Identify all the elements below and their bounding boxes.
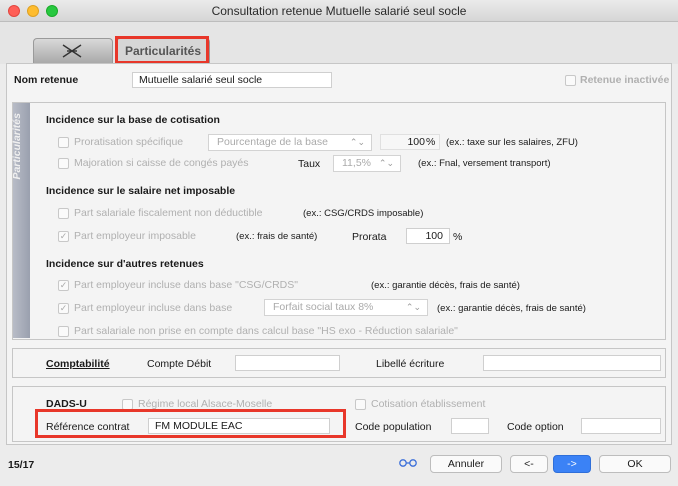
libelle-label: Libellé écriture [376, 358, 445, 370]
retenue-inactivee-checkbox[interactable] [565, 75, 576, 86]
proratisation-unit: % [426, 136, 436, 148]
code-option-field[interactable] [581, 418, 661, 434]
csg-checkbox[interactable]: ✓ [58, 280, 69, 291]
window-title: Consultation retenue Mutuelle salarié se… [211, 4, 467, 18]
stepper-icon: ⌃⌄ [405, 302, 421, 312]
base-cotisation-title: Incidence sur la base de cotisation [46, 114, 220, 126]
annuler-button[interactable]: Annuler [430, 455, 502, 473]
proratisation-select[interactable]: Pourcentage de la base ⌃⌄ [208, 134, 372, 151]
page-counter: 15/17 [8, 459, 35, 471]
cotisation-label: Cotisation établissement [371, 398, 486, 410]
taux-value: 11,5% [342, 157, 371, 169]
glasses-icon[interactable] [398, 456, 418, 470]
libelle-field[interactable] [483, 355, 661, 371]
part-employeur-hint: (ex.: frais de santé) [236, 231, 318, 242]
taux-label: Taux [298, 158, 321, 170]
base-label: Part employeur incluse dans base [74, 302, 233, 314]
prorata-label: Prorata [352, 231, 387, 243]
majoration-label: Majoration si caisse de congés payés [74, 157, 249, 169]
prorata-value: 100 [425, 230, 443, 242]
ok-button[interactable]: OK [599, 455, 671, 473]
part-salariale-hint: (ex.: CSG/CRDS imposable) [303, 208, 424, 219]
compte-debit-field[interactable] [235, 355, 340, 371]
code-population-label: Code population [355, 421, 432, 433]
forfait-select[interactable]: Forfait social taux 8% ⌃⌄ [264, 299, 428, 316]
proratisation-checkbox[interactable] [58, 137, 69, 148]
part-employeur-label: Part employeur imposable [74, 230, 196, 242]
retenue-inactivee-label: Retenue inactivée [580, 74, 670, 86]
part-salariale-checkbox[interactable] [58, 208, 69, 219]
nom-retenue-field[interactable]: Mutuelle salarié seul socle [132, 72, 332, 88]
code-option-label: Code option [507, 421, 564, 433]
part-employeur-checkbox[interactable]: ✓ [58, 231, 69, 242]
highlight-tab-particularites [115, 36, 209, 64]
hs-label: Part salariale non prise en compte dans … [74, 325, 458, 337]
stepper-icon: ⌃⌄ [378, 158, 394, 168]
nom-retenue-label: Nom retenue [14, 74, 79, 86]
csg-label: Part employeur incluse dans base "CSG/CR… [74, 279, 298, 291]
side-label-particularites: Particularités [11, 103, 30, 338]
prorata-unit: % [453, 231, 463, 243]
cotisation-checkbox[interactable] [355, 399, 366, 410]
stepper-icon: ⌃⌄ [349, 137, 365, 147]
tools-icon [62, 44, 82, 58]
forfait-select-value: Forfait social taux 8% [273, 301, 374, 313]
hs-checkbox[interactable] [58, 326, 69, 337]
proratisation-value: 100 [407, 136, 425, 148]
tab-tools[interactable] [33, 38, 113, 63]
proratisation-hint: (ex.: taxe sur les salaires, ZFU) [446, 137, 578, 148]
base-checkbox[interactable]: ✓ [58, 303, 69, 314]
comptabilite-title: Comptabilité [46, 358, 110, 370]
compte-debit-label: Compte Débit [147, 358, 212, 370]
side-label-text: Particularités [11, 113, 23, 180]
prorata-field[interactable]: 100 [406, 228, 450, 244]
base-hint: (ex.: garantie décès, frais de santé) [437, 303, 586, 314]
prev-button[interactable]: <- [510, 455, 548, 473]
proratisation-select-value: Pourcentage de la base [217, 136, 328, 148]
majoration-checkbox[interactable] [58, 158, 69, 169]
highlight-reference-contrat [35, 409, 346, 438]
code-population-field[interactable] [451, 418, 489, 434]
net-imposable-title: Incidence sur le salaire net imposable [46, 185, 236, 197]
glasses-icon-svg [399, 459, 417, 467]
majoration-hint: (ex.: Fnal, versement transport) [418, 158, 551, 169]
taux-select[interactable]: 11,5% ⌃⌄ [333, 155, 401, 172]
next-button[interactable]: -> [553, 455, 591, 473]
part-salariale-label: Part salariale fiscalement non déductibl… [74, 207, 263, 219]
proratisation-label: Proratisation spécifique [74, 136, 184, 148]
autres-retenues-title: Incidence sur d'autres retenues [46, 258, 204, 270]
csg-hint: (ex.: garantie décès, frais de santé) [371, 280, 520, 291]
